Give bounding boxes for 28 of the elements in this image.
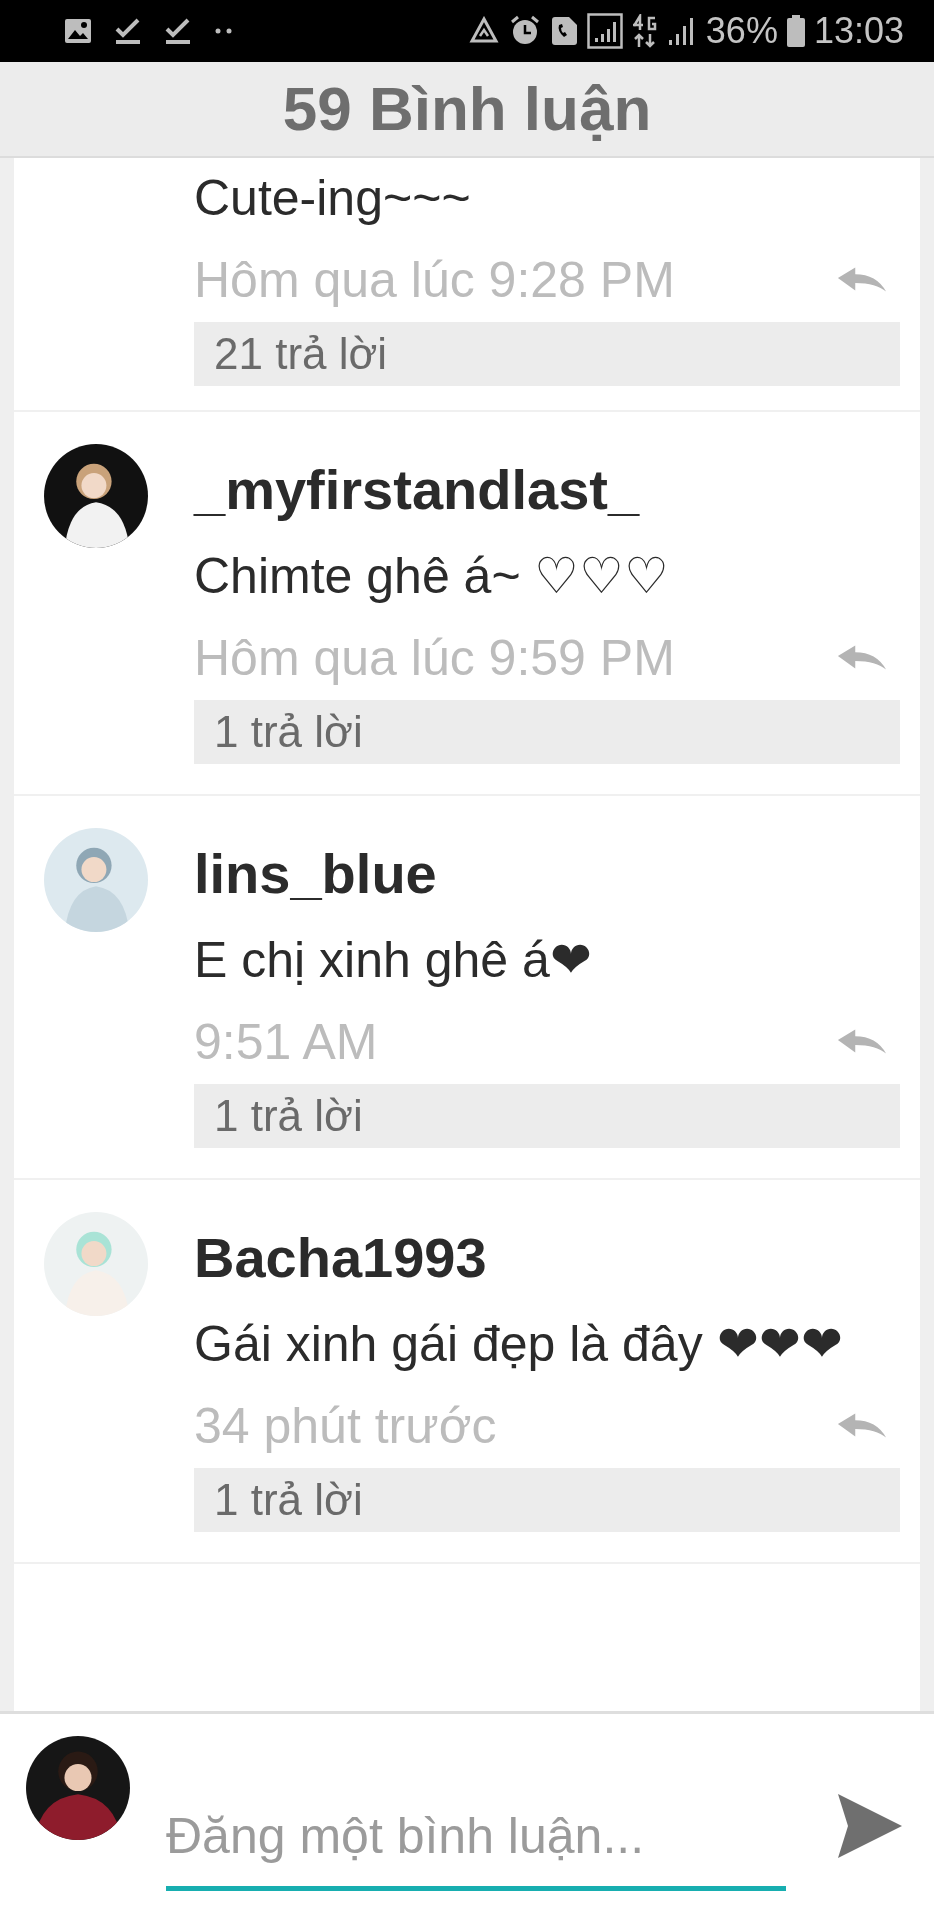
replies-button[interactable]: 1 trả lời bbox=[194, 700, 900, 764]
comment-time: Hôm qua lúc 9:59 PM bbox=[194, 629, 675, 688]
comment-time: Hôm qua lúc 9:28 PM bbox=[194, 251, 675, 310]
battery-percent: 36% bbox=[705, 10, 778, 52]
replies-button[interactable]: 1 trả lời bbox=[194, 1084, 900, 1148]
username[interactable]: Bacha1993 bbox=[194, 1212, 900, 1304]
comment-time: 34 phút trước bbox=[194, 1397, 497, 1456]
alarm-clock-icon bbox=[508, 15, 541, 47]
send-icon[interactable] bbox=[836, 1792, 904, 1860]
comment-text: Cute-ing~~~ bbox=[194, 169, 472, 228]
phone-icon bbox=[549, 16, 578, 46]
comment-text: Gái xinh gái đẹp là đây ❤❤❤ bbox=[194, 1315, 844, 1374]
replies-button[interactable]: 1 trả lời bbox=[194, 1468, 900, 1532]
network-4g-icon bbox=[631, 14, 658, 48]
battery-icon bbox=[786, 15, 805, 47]
check-icon bbox=[164, 17, 192, 45]
page-title: 59 Bình luận bbox=[282, 78, 652, 140]
signal-icon bbox=[586, 13, 623, 49]
comment-text: Chimte ghê á~ ♡♡♡ bbox=[194, 547, 671, 606]
username[interactable]: lins_blue bbox=[194, 828, 900, 920]
clock-time: 13:03 bbox=[813, 10, 904, 52]
image-icon bbox=[64, 18, 92, 44]
replies-button[interactable]: 21 trả lời bbox=[194, 322, 900, 386]
check-icon bbox=[114, 17, 142, 45]
comment-text: E chị xinh ghê á❤ bbox=[194, 931, 593, 990]
username[interactable]: _myfirstandlast_ bbox=[194, 444, 900, 536]
more-dots-icon bbox=[214, 27, 234, 35]
comment-time: 9:51 AM bbox=[194, 1013, 378, 1072]
